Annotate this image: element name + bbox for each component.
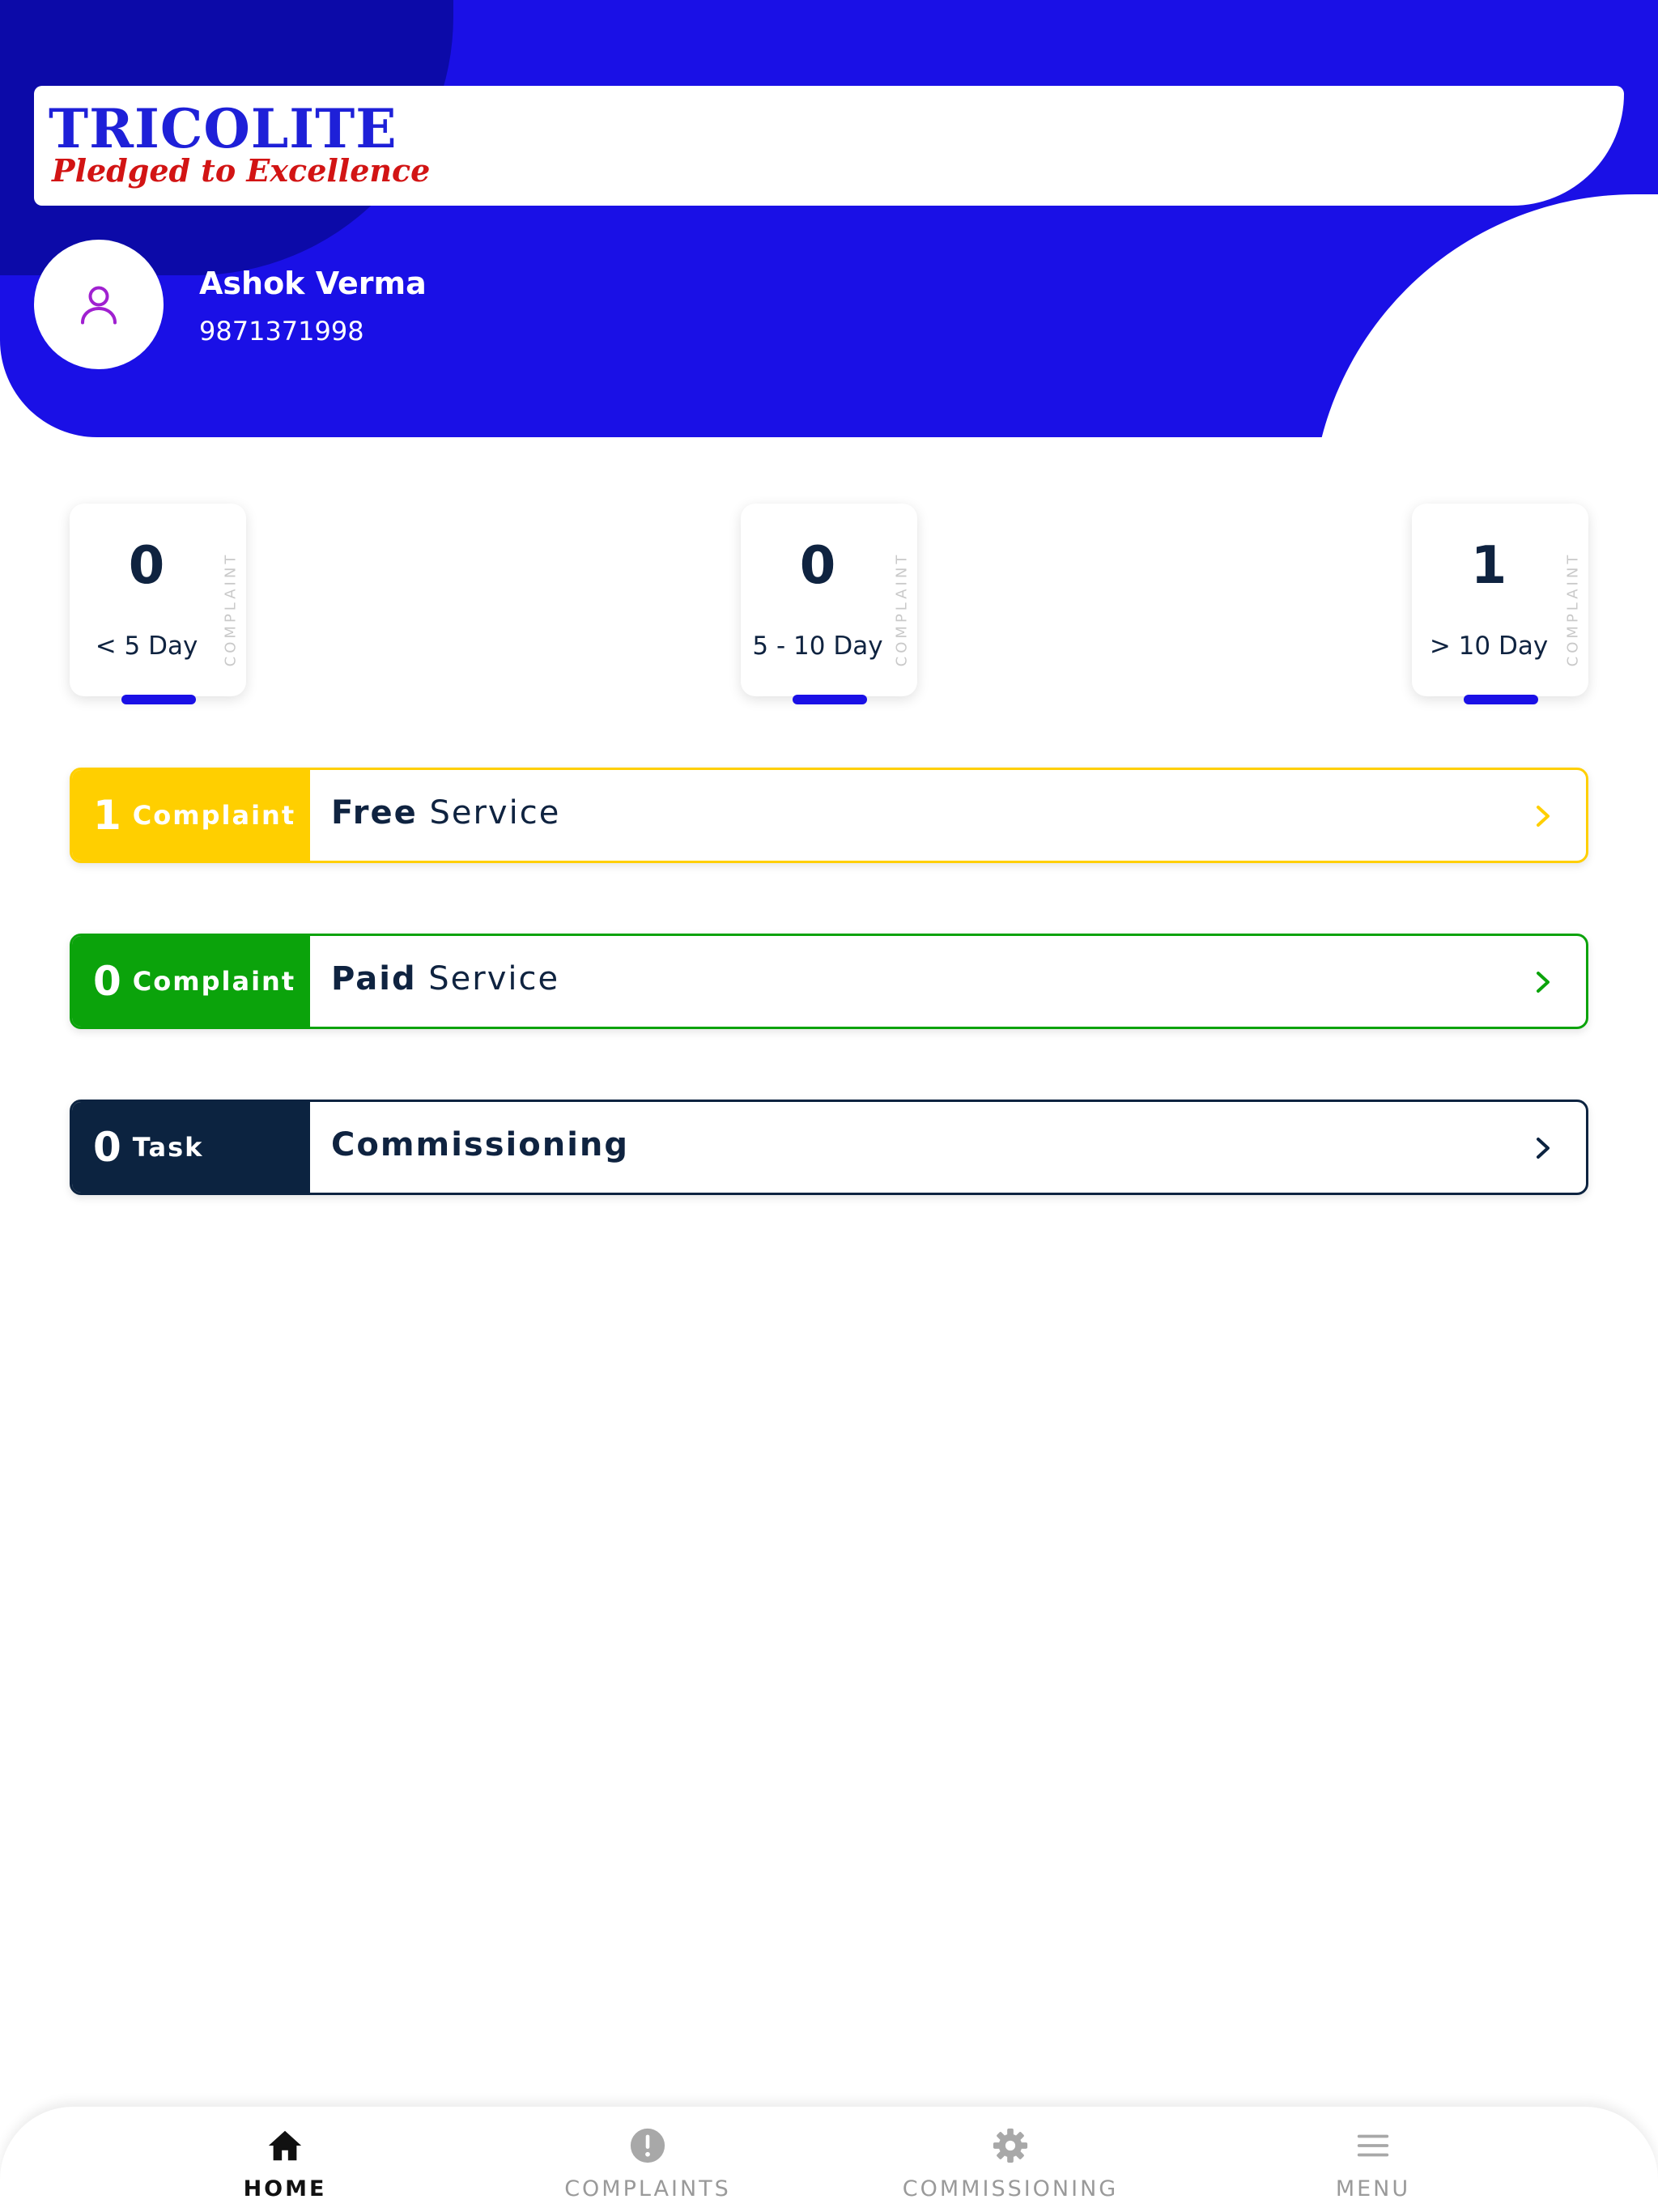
logo-title: TRICOLITE [49, 97, 397, 160]
nav-complaints[interactable]: COMPLAINTS [502, 2125, 793, 2206]
paid-service-row[interactable]: 0 Complaint Paid Service [70, 934, 1588, 1029]
bottom-navigation: HOME COMPLAINTS COMMISSIONING MENU [0, 2107, 1658, 2212]
header: TRICOLITE Pledged to Excellence Ashok Ve… [0, 0, 1658, 437]
row-title-bold: Paid [331, 960, 417, 998]
stat-side-label: COMPLAINT [893, 551, 911, 666]
chevron-right-icon [1537, 806, 1550, 827]
gear-icon [989, 2125, 1031, 2167]
nav-home[interactable]: HOME [139, 2125, 431, 2206]
row-title: Commissioning [331, 1126, 629, 1163]
badge-label: Task [132, 1132, 204, 1163]
stat-card-over-10-days[interactable]: 1 > 10 Day COMPLAINT [1412, 504, 1588, 704]
row-title: Paid Service [331, 960, 559, 998]
alert-icon [627, 2125, 669, 2167]
stat-indicator [121, 695, 196, 704]
logo-bar: TRICOLITE Pledged to Excellence [34, 86, 1624, 206]
row-title-rest: Service [417, 794, 561, 832]
stat-label: > 10 Day [1429, 632, 1549, 661]
stat-card-under-5-days[interactable]: 0 < 5 Day COMPLAINT [70, 504, 246, 704]
row-title-bold: Commissioning [331, 1126, 630, 1163]
menu-icon [1352, 2125, 1394, 2167]
row-title-bold: Free [331, 794, 418, 832]
stat-side-label: COMPLAINT [1564, 551, 1582, 666]
user-phone: 9871371998 [199, 316, 364, 347]
nav-label: MENU [1335, 2176, 1411, 2201]
user-name: Ashok Verma [199, 266, 427, 301]
stat-value: 0 [128, 536, 165, 596]
stat-indicator [1464, 695, 1538, 704]
logo-tagline: Pledged to Excellence [52, 152, 431, 189]
chevron-right-icon [1537, 972, 1550, 993]
badge-label: Complaint [132, 800, 296, 831]
stat-indicator [793, 695, 867, 704]
task-count-badge: 0 Task [72, 1102, 310, 1193]
nav-commissioning[interactable]: COMMISSIONING [865, 2125, 1156, 2206]
stat-card-5-10-days[interactable]: 0 5 - 10 Day COMPLAINT [741, 504, 917, 704]
nav-label: HOME [243, 2176, 327, 2201]
complaint-count-badge: 0 Complaint [72, 936, 310, 1027]
nav-label: COMPLAINTS [564, 2176, 731, 2201]
home-icon [264, 2125, 306, 2167]
stat-value: 1 [1470, 536, 1507, 596]
avatar[interactable] [34, 240, 164, 369]
badge-label: Complaint [132, 966, 296, 997]
stat-value: 0 [799, 536, 836, 596]
user-icon [81, 286, 117, 325]
row-title: Free Service [331, 794, 560, 832]
complaint-count-badge: 1 Complaint [72, 770, 310, 861]
complaint-count: 0 [93, 958, 121, 1005]
free-service-row[interactable]: 1 Complaint Free Service [70, 768, 1588, 863]
nav-menu[interactable]: MENU [1227, 2125, 1519, 2206]
row-title-rest: Service [416, 960, 560, 998]
task-count: 0 [93, 1124, 121, 1171]
stat-label: < 5 Day [95, 632, 198, 661]
complaint-count: 1 [93, 792, 121, 839]
nav-label: COMMISSIONING [902, 2176, 1119, 2201]
chevron-right-icon [1537, 1138, 1550, 1159]
stat-label: 5 - 10 Day [752, 632, 883, 661]
commissioning-row[interactable]: 0 Task Commissioning [70, 1100, 1588, 1195]
stat-side-label: COMPLAINT [222, 551, 240, 666]
header-curve [1312, 194, 1658, 437]
